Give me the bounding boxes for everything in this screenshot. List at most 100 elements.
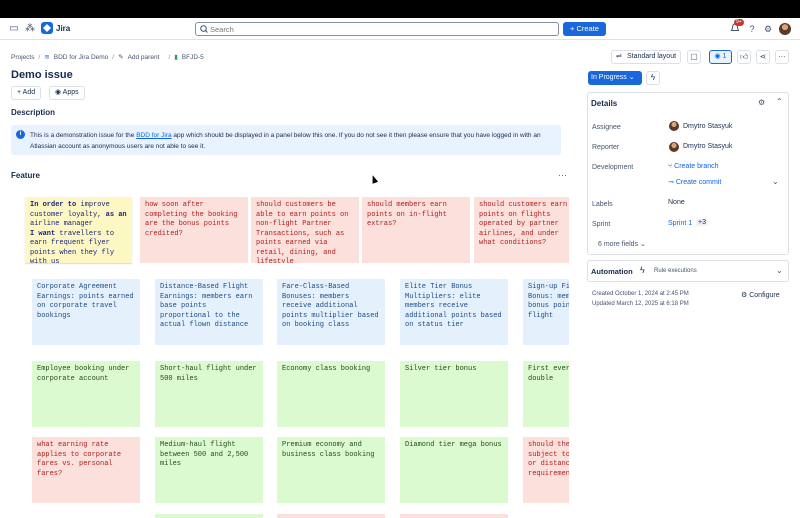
create-button[interactable]: + Create — [563, 22, 606, 36]
apps-button[interactable]: ◉ Apps — [49, 86, 85, 100]
rule-card[interactable]: Corporate Agreement Earnings: points ear… — [32, 279, 140, 345]
app-name[interactable]: Jira — [56, 24, 70, 33]
reporter-avatar — [669, 142, 679, 152]
question-card[interactable] — [400, 514, 508, 518]
edit-parent-icon: ✎ — [118, 54, 124, 61]
status-dropdown[interactable]: In Progress ⌄ — [588, 71, 642, 85]
apps-icon: ◉ — [55, 89, 63, 96]
feedback-icon[interactable]: ▢ — [687, 50, 701, 64]
jira-logo-icon[interactable] — [41, 22, 53, 34]
breadcrumb: Projects / ≋ BDD for Jira Demo / ✎ Add par… — [11, 53, 204, 62]
breadcrumb-project[interactable]: BDD for Jira Demo — [54, 54, 109, 61]
rule-card[interactable]: Fare-Class-Based Bonuses: members receiv… — [277, 279, 385, 345]
created-timestamp: Created October 1, 2024 at 2:45 PM — [592, 291, 689, 297]
more-actions-icon[interactable]: ··· — [558, 170, 567, 180]
sidebar-toggle-icon[interactable]: ▭ — [8, 23, 20, 35]
question-card[interactable]: how soon after completing the booking ar… — [140, 197, 248, 263]
eye-icon: ◉ — [714, 53, 723, 60]
project-icon: ≋ — [44, 54, 50, 61]
rule-card[interactable]: Distance-Based Flight Earnings: members … — [155, 279, 263, 345]
status-label: In Progress — [591, 74, 627, 81]
question-card[interactable]: should members earn points on in-flight … — [362, 197, 470, 263]
details-panel: Details ⚙ ⌃ Assignee Dmytro Stasyuk Repo… — [587, 92, 789, 255]
assignee-value[interactable]: Dmytro Stasyuk — [683, 123, 732, 130]
reporter-value[interactable]: Dmytro Stasyuk — [683, 143, 732, 150]
assignee-label: Assignee — [592, 124, 621, 131]
breadcrumb-issue-key[interactable]: BFJD-5 — [182, 54, 204, 61]
sprint-more-badge[interactable]: +3 — [696, 219, 708, 226]
example-card[interactable]: Diamond tier mega bonus — [400, 437, 508, 503]
profile-avatar[interactable] — [779, 23, 791, 35]
settings-gear-icon[interactable]: ⚙ — [762, 23, 774, 35]
example-card[interactable]: Premium economy and business class booki… — [277, 437, 385, 503]
breadcrumb-add-parent[interactable]: Add parent — [128, 54, 160, 61]
updated-timestamp: Updated March 12, 2025 at 6:18 PM — [592, 301, 689, 307]
story-icon: ▮ — [174, 54, 178, 61]
configure-label: Configure — [749, 292, 780, 299]
example-card[interactable]: Medium-haul flight between 500 and 2,500… — [155, 437, 263, 503]
help-icon[interactable]: ? — [746, 23, 758, 35]
watch-button[interactable]: ◉ 1 — [709, 50, 732, 64]
chevron-down-icon: ⌄ — [640, 241, 646, 248]
story-card[interactable]: In order to improve customer loyalty, as… — [25, 197, 132, 263]
chevron-down-icon[interactable]: ⌄ — [772, 177, 779, 186]
rule-card[interactable]: Elite Tier Bonus Multipliers: elite memb… — [400, 279, 508, 345]
chevron-down-icon[interactable]: ⌄ — [776, 266, 783, 275]
sprint-label: Sprint — [592, 221, 611, 228]
labels-value[interactable]: None — [668, 199, 685, 206]
labels-label: Labels — [592, 201, 613, 208]
search-icon — [200, 25, 208, 33]
collapse-chevron-icon[interactable]: ⌃ — [776, 97, 783, 106]
question-card[interactable]: what earning rate applies to corporate f… — [32, 437, 140, 503]
sprint-value[interactable]: Sprint 1 — [668, 220, 692, 227]
standard-layout-button[interactable]: ⇌ Standard layout — [611, 50, 681, 64]
feature-board: In order to improve customer loyalty, as… — [11, 186, 569, 518]
share-icon[interactable]: ⋖ — [756, 50, 770, 64]
top-bar — [0, 0, 800, 18]
add-button[interactable]: + Add — [11, 86, 42, 100]
assignee-avatar — [669, 121, 679, 131]
gear-icon: ⚙ — [741, 292, 750, 299]
configure-fields-icon[interactable]: ⚙ — [758, 98, 765, 107]
standard-layout-label: Standard layout — [627, 53, 677, 60]
create-label: Create — [576, 24, 599, 33]
bdd-link[interactable]: BDD for Jira — [136, 132, 171, 139]
issue-title[interactable]: Demo issue — [11, 69, 73, 81]
configure-button[interactable]: ⚙ Configure — [741, 291, 780, 299]
description-text-pre: This is a demonstration issue for the — [30, 132, 137, 139]
app-switcher-icon[interactable]: ⁂ — [24, 23, 36, 35]
create-commit-link[interactable]: ⊸ Create commit — [668, 178, 721, 186]
automation-panel[interactable]: Automation ϟ Rule executions ⌄ — [587, 260, 789, 282]
watch-count: 1 — [722, 53, 727, 60]
search-box[interactable] — [195, 22, 559, 36]
details-heading[interactable]: Details — [591, 99, 617, 108]
create-commit-label: Create commit — [675, 179, 722, 186]
search-input[interactable] — [210, 24, 550, 34]
description-panel[interactable]: i This is a demonstration issue for the … — [11, 125, 561, 155]
more-actions-icon[interactable]: ··· — [775, 50, 789, 64]
breadcrumb-projects[interactable]: Projects — [11, 54, 34, 61]
create-branch-link[interactable]: ⑂ Create branch — [668, 163, 719, 170]
example-card[interactable]: Silver tier bonus — [400, 361, 508, 427]
commit-icon: ⊸ — [668, 179, 676, 186]
like-icon[interactable]: 👍︎ — [737, 50, 751, 64]
example-card[interactable]: Employee booking under corporate account — [32, 361, 140, 427]
example-card[interactable]: Short-haul flight under 500 miles — [155, 361, 263, 427]
info-icon: i — [16, 130, 25, 139]
more-fields-toggle[interactable]: 6 more fields ⌄ — [598, 240, 646, 248]
development-label: Development — [592, 164, 634, 171]
question-card[interactable]: should customers be able to earn points … — [251, 197, 359, 263]
apps-label: Apps — [62, 89, 79, 96]
example-card[interactable] — [155, 514, 263, 518]
chevron-down-icon: ⌄ — [628, 74, 635, 81]
rule-card[interactable]: Sign-up First Flight Bonus: members earn… — [523, 279, 569, 345]
example-card[interactable]: Economy class booking — [277, 361, 385, 427]
example-card[interactable]: First ever flight earns double — [523, 361, 569, 427]
layout-icon: ⇌ — [616, 53, 622, 60]
question-card[interactable]: should the bonus be subject to fare clas… — [523, 437, 569, 503]
question-card[interactable]: should customers earn points on flights … — [474, 197, 569, 263]
question-card[interactable] — [277, 514, 385, 518]
reporter-label: Reporter — [592, 144, 620, 151]
description-heading: Description — [11, 108, 56, 117]
automation-bolt-icon[interactable]: ϟ — [646, 71, 660, 85]
